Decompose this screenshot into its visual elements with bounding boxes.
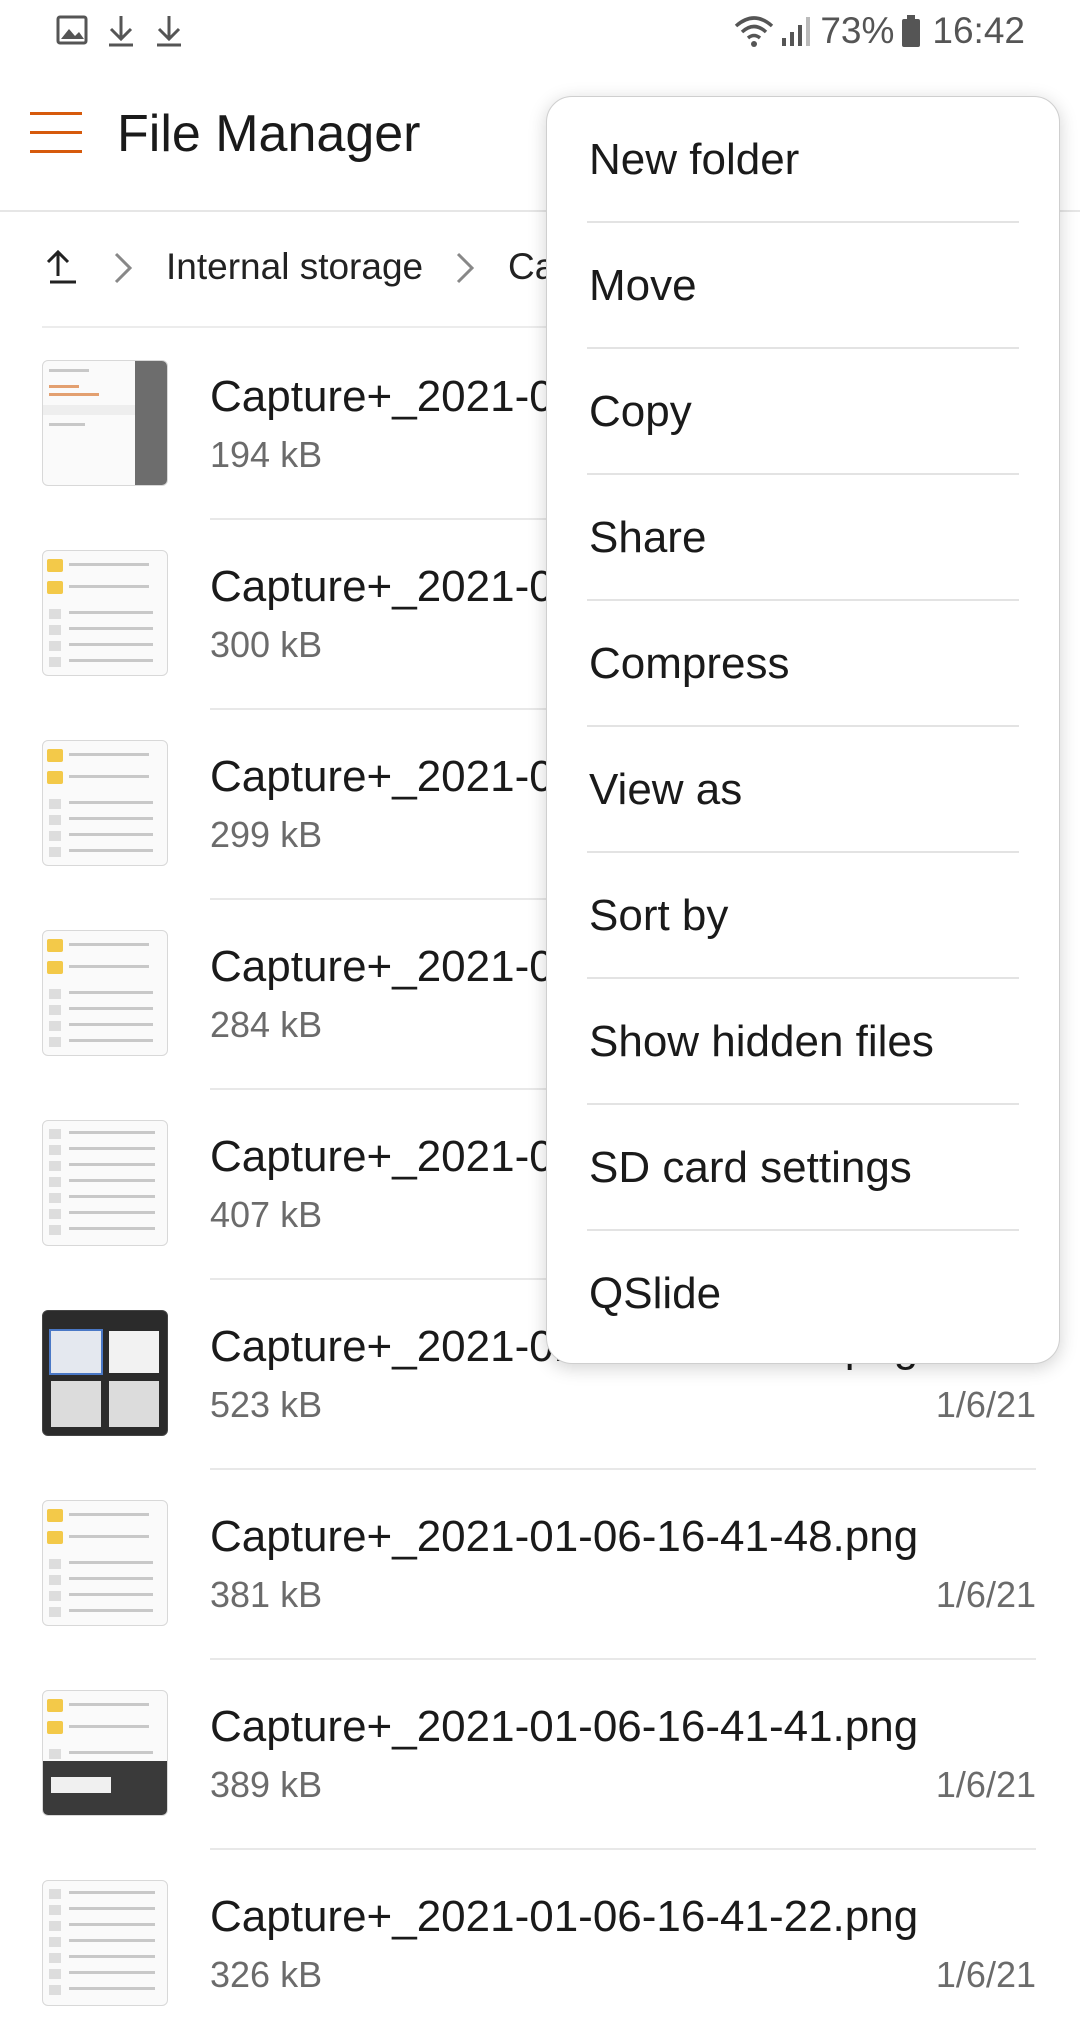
file-name: Capture+_2021-0 xyxy=(210,942,554,991)
hamburger-menu-icon[interactable] xyxy=(30,112,84,162)
file-size: 407 kB xyxy=(210,1194,323,1235)
screen: 73% 16:42 File Manager Internal storage … xyxy=(0,0,1080,2034)
file-date: 1/6/21 xyxy=(935,1574,1036,1615)
battery-percent: 73% xyxy=(820,10,895,51)
file-thumbnail xyxy=(42,1310,168,1436)
file-thumbnail xyxy=(42,1120,168,1246)
file-size: 194 kB xyxy=(210,434,323,475)
file-row[interactable]: Capture+_2021-01-06-16-41-48.png 381 kB 1/… xyxy=(0,1470,1080,1660)
file-size: 381 kB xyxy=(210,1574,323,1615)
system-status: 73% 16:42 xyxy=(734,10,1025,52)
file-size: 389 kB xyxy=(210,1764,323,1805)
file-date: 1/6/21 xyxy=(935,1954,1036,1995)
file-thumbnail xyxy=(42,1880,168,2006)
file-thumbnail xyxy=(42,1500,168,1626)
status-bar: 73% 16:42 xyxy=(0,0,1080,66)
menu-item-compress[interactable]: Compress xyxy=(587,601,1019,727)
file-row[interactable]: Capture+_2021-01-06-16-41-22.png 326 kB 1/… xyxy=(0,1850,1080,2034)
clock: 16:42 xyxy=(932,10,1025,51)
file-row[interactable]: Capture+_2021-01-06-16-41-41.png 389 kB 1/… xyxy=(0,1660,1080,1850)
menu-item-new-folder[interactable]: New folder xyxy=(587,97,1019,223)
file-thumbnail xyxy=(42,550,168,676)
file-size: 299 kB xyxy=(210,814,323,855)
navigate-up-icon[interactable] xyxy=(42,246,82,291)
file-name: Capture+_2021-0 xyxy=(210,372,554,421)
file-date: 1/6/21 xyxy=(935,1764,1036,1805)
page-title: File Manager xyxy=(117,105,421,163)
wifi-icon xyxy=(734,14,774,48)
download-icon xyxy=(106,14,136,48)
menu-item-move[interactable]: Move xyxy=(587,223,1019,349)
signal-icon xyxy=(780,14,814,48)
notification-icons xyxy=(56,14,184,48)
menu-item-share[interactable]: Share xyxy=(587,475,1019,601)
file-name: Capture+_2021-01-06-16-41-22.png xyxy=(210,1892,919,1941)
file-name: Capture+_2021-0 xyxy=(210,752,554,801)
file-name: Capture+_2021-0 xyxy=(210,562,554,611)
file-thumbnail xyxy=(42,930,168,1056)
file-size: 523 kB xyxy=(210,1384,323,1425)
gallery-icon xyxy=(56,14,88,48)
menu-item-sort-by[interactable]: Sort by xyxy=(587,853,1019,979)
breadcrumb-item-internal-storage[interactable]: Internal storage xyxy=(166,246,423,288)
file-thumbnail xyxy=(42,360,168,486)
file-thumbnail xyxy=(42,1690,168,1816)
file-size: 326 kB xyxy=(210,1954,323,1995)
overflow-menu: New folder Move Copy Share Compress View as So… xyxy=(546,96,1060,1364)
file-date: 1/6/21 xyxy=(935,1384,1036,1425)
chevron-right-icon xyxy=(112,248,134,293)
file-size: 300 kB xyxy=(210,624,323,665)
file-name: Capture+_2021-0 xyxy=(210,1132,554,1181)
download-icon xyxy=(154,14,184,48)
file-thumbnail xyxy=(42,740,168,866)
battery-icon xyxy=(900,14,922,48)
menu-item-copy[interactable]: Copy xyxy=(587,349,1019,475)
menu-item-show-hidden-files[interactable]: Show hidden files xyxy=(587,979,1019,1105)
menu-item-qslide[interactable]: QSlide xyxy=(587,1231,1019,1357)
menu-item-view-as[interactable]: View as xyxy=(587,727,1019,853)
menu-item-sd-card-settings[interactable]: SD card settings xyxy=(587,1105,1019,1231)
file-size: 284 kB xyxy=(210,1004,323,1045)
file-name: Capture+_2021-01-06-16-41-41.png xyxy=(210,1702,919,1751)
file-name: Capture+_2021-01-06-16-41-48.png xyxy=(210,1512,919,1561)
chevron-right-icon xyxy=(454,248,476,293)
